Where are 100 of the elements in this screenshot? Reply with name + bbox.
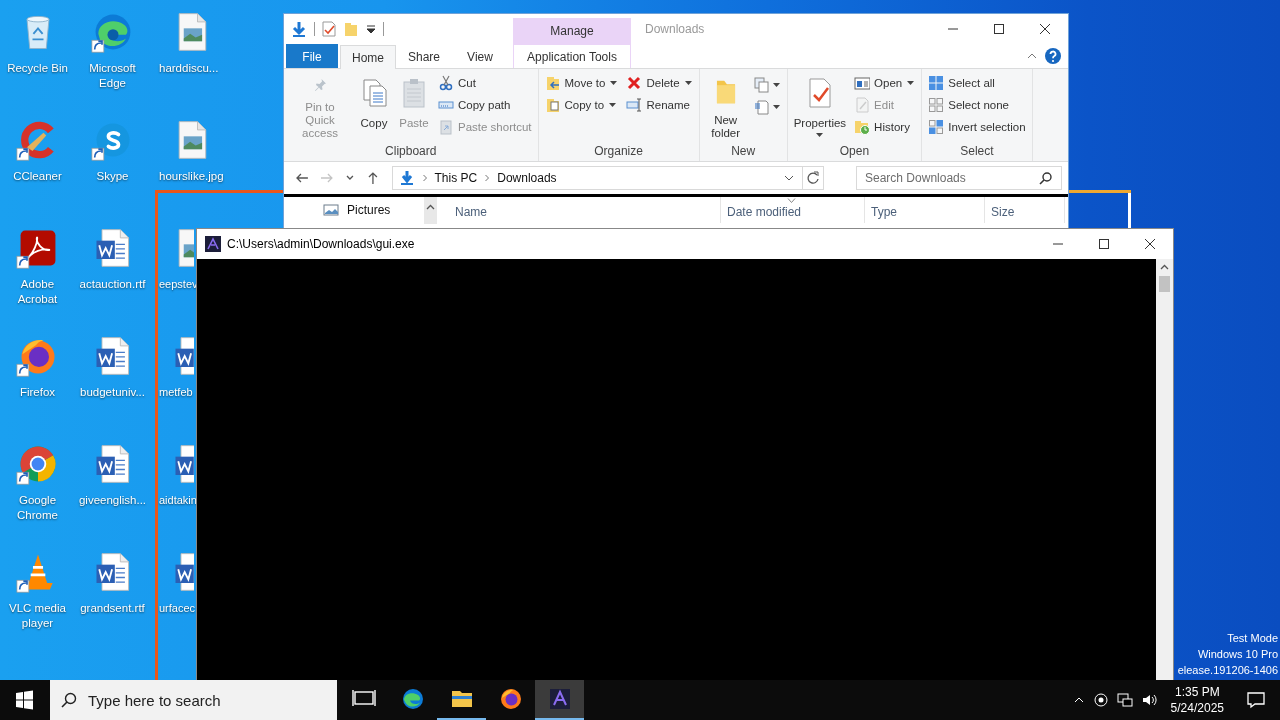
disc-icon[interactable] xyxy=(1092,692,1109,708)
history-icon xyxy=(854,119,871,135)
ribbon-tab[interactable]: File xyxy=(286,44,338,68)
app-icon xyxy=(547,687,572,711)
chevron-icon xyxy=(484,174,491,182)
desktop-icon-label: hourslike.jpg xyxy=(159,169,224,184)
clipboard-icon xyxy=(438,119,454,135)
group-label: Select xyxy=(959,144,995,160)
column-header[interactable]: Type xyxy=(865,197,985,223)
desktop-icon-label: giveenglish... xyxy=(78,493,147,508)
sort-indicator-icon xyxy=(787,198,796,203)
properties-icon[interactable] xyxy=(321,21,337,37)
desktop-icon-label: budgetuniv... xyxy=(80,385,145,400)
pictures-icon xyxy=(323,203,339,217)
search-icon xyxy=(1039,171,1053,185)
invert-selection-icon xyxy=(928,119,945,135)
desktop-icon-label: grandsent.rtf xyxy=(80,601,145,616)
system-text: Test Mode xyxy=(1227,631,1278,646)
notification-icon[interactable] xyxy=(1246,690,1266,710)
scrollbar[interactable] xyxy=(424,197,437,224)
download-arrow-icon[interactable] xyxy=(290,20,308,38)
group-label: Organize xyxy=(593,144,644,160)
system-text: Windows 10 Pro xyxy=(1197,647,1278,662)
app-icon xyxy=(205,236,221,252)
desktop-icon-label: eepstev xyxy=(159,277,198,292)
address-bar[interactable]: This PC Downloads xyxy=(391,166,824,190)
desktop-icon-label: Adobe Acrobat xyxy=(16,277,59,307)
path-button[interactable]: Copy path xyxy=(435,94,535,116)
select-all-icon xyxy=(928,75,945,91)
select-none-icon xyxy=(928,97,945,113)
context-tab-header: Manage xyxy=(513,18,631,44)
column-header[interactable]: Size xyxy=(985,197,1065,223)
window-button[interactable]: Open xyxy=(851,72,919,94)
desktop-icon-label: actauction.rtf xyxy=(79,277,146,292)
caret-icon xyxy=(610,81,618,85)
desktop-icon-label: CCleaner xyxy=(13,169,62,184)
delete-button[interactable]: Delete xyxy=(623,72,696,94)
caret-icon xyxy=(816,133,824,137)
swirl-icon xyxy=(400,687,425,711)
desktop-icon-label: Firefox xyxy=(19,385,56,400)
window-title: C:\Users\admin\Downloads\gui.exe xyxy=(227,237,415,251)
desktop-icon-label: VLC media player xyxy=(8,601,67,631)
copy-button[interactable]: Copy xyxy=(355,72,393,142)
edit-icon xyxy=(854,97,871,113)
breadcrumb[interactable]: Downloads xyxy=(497,171,557,185)
clock-time[interactable]: 1:35 PM xyxy=(1174,684,1220,700)
system-text: elease.191206-1406 xyxy=(1177,663,1278,678)
desktop-icon-label: urfacec xyxy=(159,601,196,616)
properties-button[interactable]: Properties xyxy=(790,72,850,142)
desktop-icon-label: aidtakin xyxy=(159,493,197,508)
history-button[interactable]: History xyxy=(851,116,919,138)
help-icon[interactable] xyxy=(1044,47,1062,65)
scrollbar[interactable] xyxy=(1156,259,1173,680)
taskbar-button[interactable] xyxy=(535,680,584,720)
rename-button[interactable]: Rename xyxy=(623,94,696,116)
clock-date[interactable]: 5/24/2025 xyxy=(1170,700,1224,716)
speaker-icon[interactable] xyxy=(1140,692,1157,708)
move-to-button[interactable]: Move to xyxy=(541,72,622,94)
desktop-icon-label: Google Chrome xyxy=(16,493,59,523)
column-header[interactable]: Name xyxy=(439,197,721,223)
caret-icon xyxy=(772,83,780,87)
caret-icon xyxy=(609,103,617,107)
scroll-thumb[interactable] xyxy=(1159,276,1170,292)
download-arrow-icon xyxy=(398,170,415,186)
desktop-icon-label: metfeb xyxy=(159,385,193,400)
caret-icon xyxy=(772,105,780,109)
folder-button[interactable]: New folder xyxy=(702,72,749,142)
select-all-button[interactable]: Select all xyxy=(925,72,1029,94)
ribbon-tab[interactable]: Home xyxy=(340,45,396,69)
rename-icon xyxy=(626,97,643,113)
group-label: Open xyxy=(838,144,871,160)
scissors-icon xyxy=(438,75,454,91)
move-to-icon xyxy=(544,75,561,91)
ribbon-tab[interactable]: View xyxy=(452,44,508,68)
chevron-icon xyxy=(421,174,428,182)
caret-icon xyxy=(907,81,915,85)
new-item-icon xyxy=(753,77,770,93)
select-none-button[interactable]: Select none xyxy=(925,94,1029,116)
window-title: Downloads xyxy=(645,21,706,38)
desktop-icon-label: Microsoft Edge xyxy=(88,61,137,91)
scissors-button[interactable]: Cut xyxy=(435,72,535,94)
group-label: Clipboard xyxy=(384,144,438,160)
search-field[interactable]: Type here to search xyxy=(50,680,337,720)
group-label: New xyxy=(730,144,757,160)
delete-icon xyxy=(626,75,643,91)
easy-access-icon xyxy=(753,99,770,115)
desktop-icon-label: Skype xyxy=(96,169,129,184)
window-icon xyxy=(854,75,871,91)
network-icon[interactable] xyxy=(1116,692,1133,708)
column-header[interactable]: Date modified xyxy=(721,197,865,223)
ribbon-tab[interactable]: Share xyxy=(396,44,452,68)
copy-to-button[interactable]: Copy to xyxy=(541,94,622,116)
nav-pane-item[interactable]: Pictures xyxy=(323,203,424,217)
search-icon xyxy=(60,691,78,709)
search-field[interactable]: Search Downloads xyxy=(856,166,1062,190)
breadcrumb[interactable]: This PC xyxy=(434,171,478,185)
copy-to-icon xyxy=(544,97,561,113)
desktop-icon-label: harddiscu... xyxy=(159,61,219,76)
browser-icon xyxy=(498,687,523,711)
invert-selection-button[interactable]: Invert selection xyxy=(925,116,1029,138)
